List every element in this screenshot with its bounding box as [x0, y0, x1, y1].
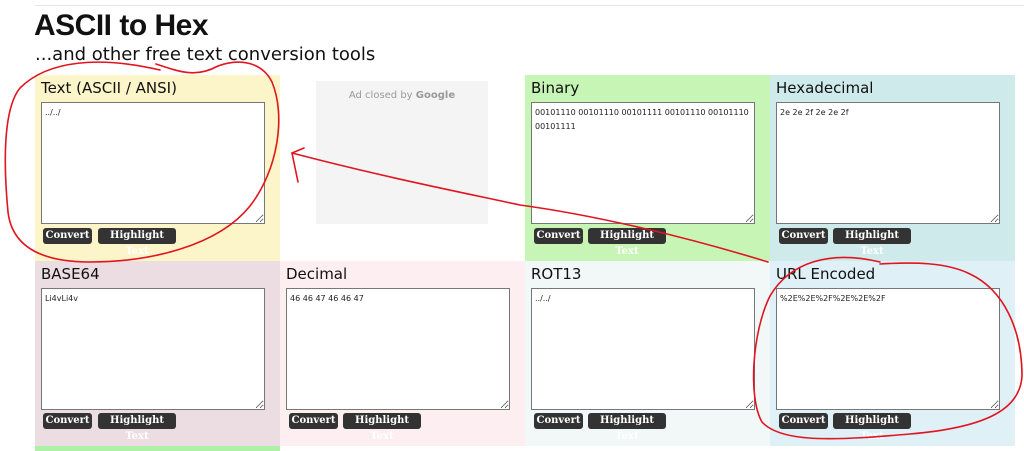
binary-textarea[interactable]: 00101110 00101110 00101111 00101110 0010…: [531, 102, 755, 224]
rot13-highlight-button[interactable]: Highlight Text: [588, 413, 666, 442]
panel-ascii: Text (ASCII / ANSI) ../../ Convert Highl…: [35, 75, 280, 261]
binary-convert-button[interactable]: Convert: [534, 228, 583, 244]
ascii-convert-button[interactable]: Convert: [43, 228, 92, 244]
panel-base64: BASE64 Li4vLi4v Convert Highlight Text: [35, 261, 280, 446]
hex-textarea[interactable]: 2e 2e 2f 2e 2e 2f: [776, 102, 1000, 224]
hex-convert-button[interactable]: Convert: [779, 228, 828, 244]
url-highlight-button[interactable]: Highlight Text: [833, 413, 911, 442]
panel-ascii-label: Text (ASCII / ANSI): [41, 79, 177, 97]
top-divider: [35, 5, 1024, 6]
page-title: ASCII to Hex: [34, 9, 209, 42]
panel-decimal-label: Decimal: [286, 265, 348, 283]
decimal-convert-button[interactable]: Convert: [289, 413, 338, 429]
annotation-arrowhead: [291, 147, 305, 183]
base64-convert-button[interactable]: Convert: [43, 413, 92, 429]
ascii-textarea[interactable]: ../../: [41, 102, 265, 224]
base64-textarea[interactable]: Li4vLi4v: [41, 288, 265, 410]
panel-rot13: ROT13 ../../ Convert Highlight Text: [525, 261, 770, 446]
panel-binary: Binary 00101110 00101110 00101111 001011…: [525, 75, 770, 261]
panel-hex: Hexadecimal 2e 2e 2f 2e 2e 2f Convert Hi…: [770, 75, 1015, 261]
ascii-highlight-button[interactable]: Highlight Text: [98, 228, 176, 257]
ad-placeholder: Ad closed by Google: [316, 81, 488, 224]
url-convert-button[interactable]: Convert: [779, 413, 828, 429]
base64-highlight-button[interactable]: Highlight Text: [98, 413, 176, 442]
url-textarea[interactable]: %2E%2E%2F%2E%2E%2F: [776, 288, 1000, 410]
hex-highlight-button[interactable]: Highlight Text: [833, 228, 911, 257]
panel-binary-label: Binary: [531, 79, 580, 97]
decimal-textarea[interactable]: 46 46 47 46 46 47: [286, 288, 510, 410]
next-panel-edge: [35, 446, 280, 451]
rot13-textarea[interactable]: ../../: [531, 288, 755, 410]
panel-hex-label: Hexadecimal: [776, 79, 874, 97]
page-subtitle: ...and other free text conversion tools: [35, 44, 376, 65]
rot13-convert-button[interactable]: Convert: [534, 413, 583, 429]
panel-url-label: URL Encoded: [776, 265, 876, 283]
ad-closed-text: Ad closed by: [348, 90, 413, 101]
binary-highlight-button[interactable]: Highlight Text: [588, 228, 666, 257]
google-logo: Google: [415, 90, 456, 101]
panel-rot13-label: ROT13: [531, 265, 582, 283]
panel-decimal: Decimal 46 46 47 46 46 47 Convert Highli…: [280, 261, 525, 446]
panel-base64-label: BASE64: [41, 265, 100, 283]
decimal-highlight-button[interactable]: Highlight Text: [343, 413, 421, 442]
panel-url: URL Encoded %2E%2E%2F%2E%2E%2F Convert H…: [770, 261, 1015, 446]
